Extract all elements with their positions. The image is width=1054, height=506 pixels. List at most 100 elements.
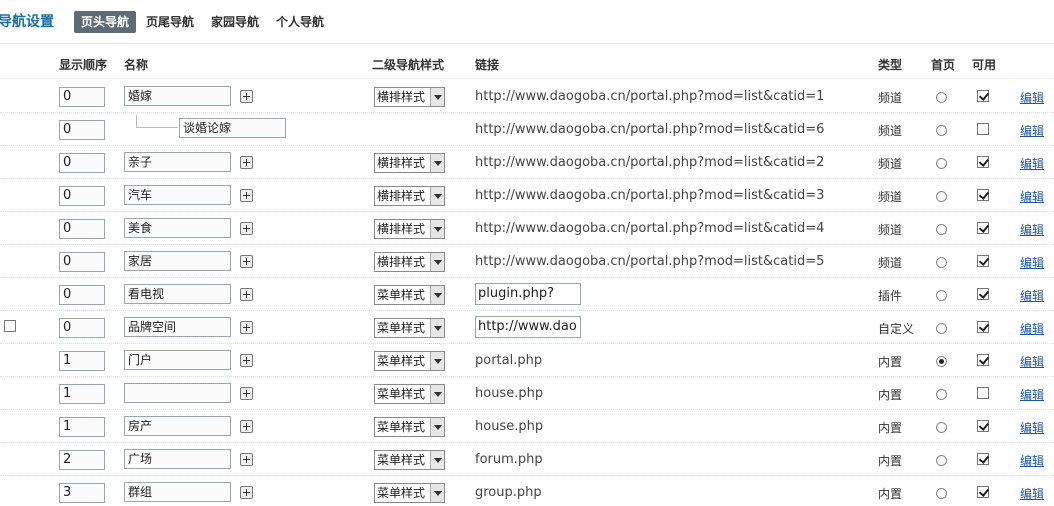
add-child-icon[interactable] xyxy=(240,156,253,169)
add-child-icon[interactable] xyxy=(240,420,253,433)
name-input[interactable]: 谈婚论嫁 xyxy=(179,118,286,138)
name-input[interactable]: 群组 xyxy=(124,482,231,502)
home-radio[interactable] xyxy=(936,422,947,433)
edit-link[interactable]: 编辑 xyxy=(1020,452,1044,469)
edit-link[interactable]: 编辑 xyxy=(1020,188,1044,205)
name-input[interactable]: 亲子 xyxy=(124,152,231,172)
add-child-icon[interactable] xyxy=(240,189,253,202)
enabled-checkbox[interactable] xyxy=(977,90,989,102)
edit-link[interactable]: 编辑 xyxy=(1020,485,1044,502)
name-input[interactable]: 美食 xyxy=(124,218,231,238)
home-radio[interactable] xyxy=(936,323,947,334)
name-input[interactable]: 汽车 xyxy=(124,185,231,205)
add-child-icon[interactable] xyxy=(240,354,253,367)
order-input[interactable]: 0 xyxy=(59,186,105,206)
edit-link[interactable]: 编辑 xyxy=(1020,254,1044,271)
enabled-checkbox[interactable] xyxy=(977,321,989,333)
enabled-checkbox[interactable] xyxy=(977,486,989,498)
style-select[interactable]: 菜单样式 xyxy=(374,483,445,503)
add-child-icon[interactable] xyxy=(240,321,253,334)
order-input[interactable]: 0 xyxy=(59,252,105,272)
name-input[interactable] xyxy=(124,383,231,403)
edit-link[interactable]: 编辑 xyxy=(1020,353,1044,370)
add-child-icon[interactable] xyxy=(240,90,253,103)
home-radio[interactable] xyxy=(936,158,947,169)
home-radio[interactable] xyxy=(936,455,947,466)
name-input[interactable]: 品牌空间 xyxy=(124,317,231,337)
enabled-checkbox[interactable] xyxy=(977,288,989,300)
style-select[interactable]: 菜单样式 xyxy=(374,450,445,470)
link-input[interactable]: plugin.php?id=ti xyxy=(475,283,581,305)
home-radio[interactable] xyxy=(936,125,947,136)
add-child-icon[interactable] xyxy=(240,387,253,400)
name-input[interactable]: 看电视 xyxy=(124,284,231,304)
order-input[interactable]: 0 xyxy=(59,219,105,239)
edit-link[interactable]: 编辑 xyxy=(1020,122,1044,139)
chevron-down-icon xyxy=(430,253,444,271)
style-select[interactable]: 横排样式 xyxy=(374,186,445,206)
home-radio[interactable] xyxy=(936,356,947,367)
chevron-down-icon xyxy=(430,286,444,304)
enabled-checkbox[interactable] xyxy=(977,189,989,201)
enabled-checkbox[interactable] xyxy=(977,453,989,465)
name-input[interactable]: 家居 xyxy=(124,251,231,271)
order-input[interactable]: 0 xyxy=(59,87,105,107)
order-input[interactable]: 0 xyxy=(59,318,105,338)
home-radio[interactable] xyxy=(936,224,947,235)
add-child-icon[interactable] xyxy=(240,255,253,268)
style-select[interactable]: 横排样式 xyxy=(374,153,445,173)
enabled-checkbox[interactable] xyxy=(977,222,989,234)
home-radio[interactable] xyxy=(936,191,947,202)
header-home: 首页 xyxy=(931,58,956,72)
edit-link[interactable]: 编辑 xyxy=(1020,419,1044,436)
tab-1[interactable]: 页尾导航 xyxy=(139,11,201,33)
enabled-checkbox[interactable] xyxy=(977,420,989,432)
edit-link[interactable]: 编辑 xyxy=(1020,320,1044,337)
enabled-checkbox[interactable] xyxy=(977,354,989,366)
name-input[interactable]: 门户 xyxy=(124,350,231,370)
row-select-checkbox[interactable] xyxy=(4,320,16,332)
style-select[interactable]: 菜单样式 xyxy=(374,417,445,437)
order-input[interactable]: 0 xyxy=(59,120,105,140)
order-input[interactable]: 0 xyxy=(59,153,105,173)
order-input[interactable]: 3 xyxy=(59,483,105,503)
add-child-icon[interactable] xyxy=(240,486,253,499)
enabled-checkbox[interactable] xyxy=(977,123,989,135)
style-select[interactable]: 菜单样式 xyxy=(374,318,445,338)
add-child-icon[interactable] xyxy=(240,222,253,235)
edit-link[interactable]: 编辑 xyxy=(1020,221,1044,238)
tab-2[interactable]: 家园导航 xyxy=(204,11,266,33)
edit-link[interactable]: 编辑 xyxy=(1020,89,1044,106)
home-radio[interactable] xyxy=(936,92,947,103)
style-select[interactable]: 菜单样式 xyxy=(374,384,445,404)
name-input[interactable]: 婚嫁 xyxy=(124,86,231,106)
home-radio[interactable] xyxy=(936,290,947,301)
name-input[interactable]: 广场 xyxy=(124,449,231,469)
order-input[interactable]: 1 xyxy=(59,351,105,371)
style-select[interactable]: 横排样式 xyxy=(374,87,445,107)
style-select[interactable]: 横排样式 xyxy=(374,252,445,272)
enabled-checkbox[interactable] xyxy=(977,387,989,399)
link-input[interactable]: http://www.dao xyxy=(475,316,581,338)
tab-3[interactable]: 个人导航 xyxy=(269,11,331,33)
order-input[interactable]: 1 xyxy=(59,384,105,404)
add-child-icon[interactable] xyxy=(240,288,253,301)
enabled-checkbox[interactable] xyxy=(977,255,989,267)
style-select[interactable]: 横排样式 xyxy=(374,219,445,239)
edit-link[interactable]: 编辑 xyxy=(1020,386,1044,403)
edit-link[interactable]: 编辑 xyxy=(1020,287,1044,304)
home-radio[interactable] xyxy=(936,389,947,400)
style-select[interactable]: 菜单样式 xyxy=(374,351,445,371)
edit-link[interactable]: 编辑 xyxy=(1020,155,1044,172)
home-radio[interactable] xyxy=(936,488,947,499)
name-input[interactable]: 房产 xyxy=(124,416,231,436)
order-input[interactable]: 0 xyxy=(59,285,105,305)
order-input[interactable]: 2 xyxy=(59,450,105,470)
add-child-icon[interactable] xyxy=(240,453,253,466)
order-input[interactable]: 1 xyxy=(59,417,105,437)
chevron-down-icon xyxy=(430,88,444,106)
home-radio[interactable] xyxy=(936,257,947,268)
style-select[interactable]: 菜单样式 xyxy=(374,285,445,305)
enabled-checkbox[interactable] xyxy=(977,156,989,168)
tab-0[interactable]: 页头导航 xyxy=(74,11,137,33)
